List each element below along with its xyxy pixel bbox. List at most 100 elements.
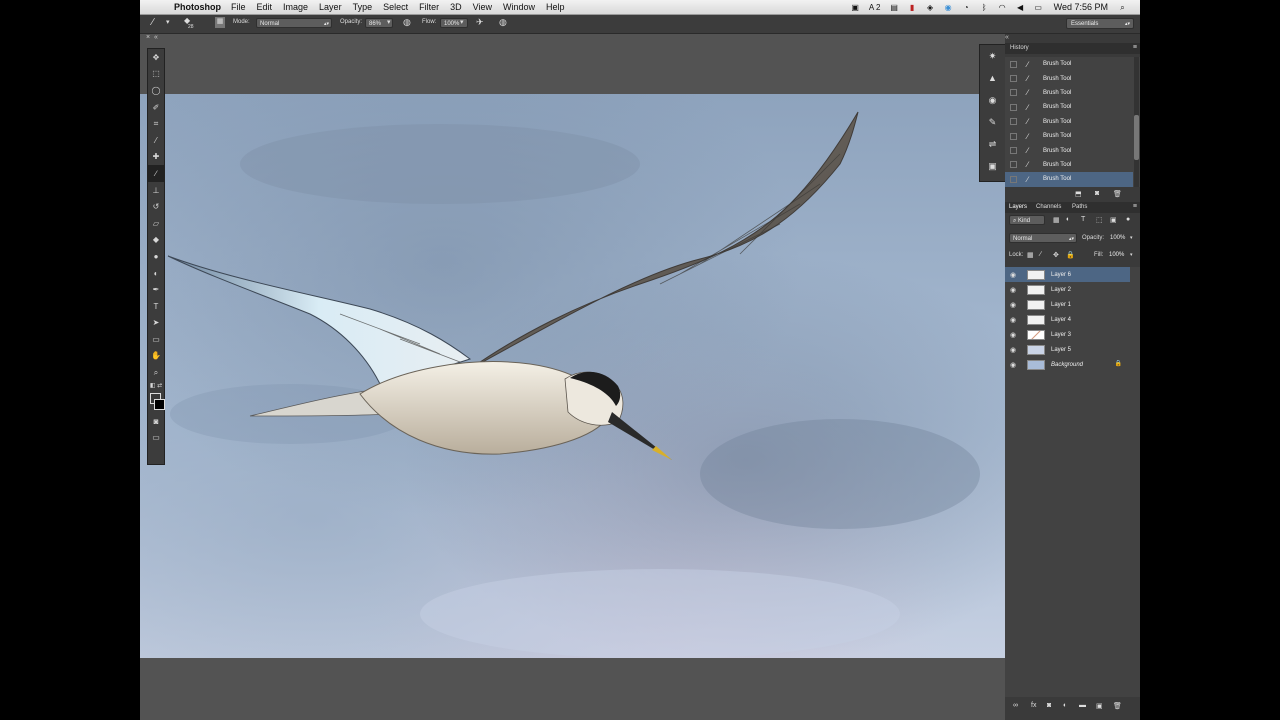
menu-filter[interactable]: Filter — [419, 2, 439, 12]
styles-icon[interactable]: ▣ — [980, 155, 1005, 177]
layer-style-icon[interactable]: fx — [1031, 702, 1036, 709]
flow-slider-arrow-icon[interactable]: ▾ — [460, 18, 464, 26]
visibility-eye-icon[interactable]: ◉ — [1010, 286, 1022, 294]
layer-row[interactable]: ◉ Layer 1 — [1005, 297, 1130, 312]
record-icon[interactable]: ▮ — [907, 3, 918, 12]
history-checkbox[interactable] — [1010, 132, 1017, 140]
color-swatches[interactable] — [148, 391, 165, 413]
clock[interactable]: Wed 7:56 PM — [1054, 2, 1108, 12]
screen-mode-icon[interactable]: ▭ — [148, 429, 164, 446]
tool-preset-arrow-icon[interactable]: ▾ — [166, 18, 170, 26]
move-tool-icon[interactable]: ✥ — [148, 49, 164, 66]
volume-icon[interactable]: ◀ — [1015, 3, 1026, 12]
trash-icon[interactable]: 🗑 — [1113, 190, 1122, 198]
pressure-opacity-icon[interactable]: ◍ — [403, 17, 411, 28]
layer-opacity-field[interactable]: 100% — [1107, 233, 1129, 243]
collapse-dock-icon[interactable]: « — [1005, 34, 1009, 41]
zoom-tool-icon[interactable]: ⌕ — [148, 364, 164, 381]
snapshot-icon[interactable]: ◙ — [1095, 190, 1099, 197]
tab-paths[interactable]: Paths — [1072, 204, 1087, 210]
brush-panel-icon[interactable]: ✷ — [980, 45, 1005, 67]
layer-row-selected[interactable]: ◉ Layer 6 — [1005, 267, 1130, 282]
clone-stamp-tool-icon[interactable]: ⊥ — [148, 182, 164, 199]
airbrush-icon[interactable]: ✈ — [476, 17, 484, 28]
adjustment-filter-icon[interactable]: ◐ — [1066, 216, 1070, 223]
lock-pixels-icon[interactable]: ∕ — [1040, 251, 1041, 258]
history-checkbox[interactable] — [1010, 60, 1017, 68]
mode-select[interactable]: Normal ▴▾ — [256, 18, 332, 28]
marquee-tool-icon[interactable]: ⬚ — [148, 66, 164, 83]
layer-row[interactable]: ◉ Layer 5 — [1005, 342, 1130, 357]
visibility-eye-icon[interactable]: ◉ — [1010, 361, 1022, 369]
pressure-size-icon[interactable]: ◍ — [499, 17, 507, 28]
history-item[interactable]: ∕ Brush Tool — [1005, 158, 1133, 172]
history-item[interactable]: ∕ Brush Tool — [1005, 86, 1133, 100]
display-icon[interactable]: ▤ — [889, 3, 900, 12]
kind-filter-select[interactable]: ⌕ Kind — [1009, 215, 1045, 225]
shape-filter-icon[interactable]: ⬚ — [1096, 216, 1103, 224]
lock-position-icon[interactable]: ✥ — [1053, 251, 1059, 259]
bluetooth-icon[interactable]: ᛒ — [979, 3, 990, 12]
timemachine-icon[interactable]: ◔ — [961, 3, 972, 12]
opacity-slider-arrow-icon[interactable]: ▾ — [387, 18, 391, 26]
type-tool-icon[interactable]: T — [148, 298, 164, 315]
fill-value[interactable]: 100% — [1109, 252, 1124, 258]
blend-mode-select[interactable]: Normal ▴▾ — [1009, 233, 1077, 243]
layer-row-background[interactable]: ◉ Background 🔒 — [1005, 357, 1130, 372]
wifi-icon[interactable]: ◠ — [997, 3, 1008, 12]
menu-help[interactable]: Help — [546, 2, 565, 12]
blur-tool-icon[interactable]: ● — [148, 248, 164, 265]
default-colors-icon[interactable]: ◧ ⇄ — [148, 381, 164, 391]
layer-row[interactable]: ◉ Layer 2 — [1005, 282, 1130, 297]
paint-bucket-tool-icon[interactable]: ◆ — [148, 232, 164, 249]
healing-brush-tool-icon[interactable]: ✚ — [148, 149, 164, 166]
history-brush-tool-icon[interactable]: ↺ — [148, 198, 164, 215]
close-panel-icon[interactable]: × — [146, 34, 150, 41]
spotlight-icon[interactable]: ⌕ — [1117, 3, 1128, 12]
history-checkbox[interactable] — [1010, 118, 1017, 126]
sync-icon[interactable]: ◉ — [943, 3, 954, 12]
visibility-eye-icon[interactable]: ◉ — [1010, 331, 1022, 339]
path-selection-tool-icon[interactable]: ➤ — [148, 315, 164, 332]
battery-icon[interactable]: ▭ — [1033, 3, 1044, 12]
adjustment-layer-icon[interactable]: ◐ — [1063, 702, 1067, 709]
pen-tool-icon[interactable]: ✒ — [148, 281, 164, 298]
dropbox-icon[interactable]: ◈ — [925, 3, 936, 12]
menu-type[interactable]: Type — [353, 2, 373, 12]
panel-menu-icon[interactable]: ≡ — [1133, 203, 1137, 210]
history-checkbox[interactable] — [1010, 89, 1017, 97]
history-checkbox[interactable] — [1010, 75, 1017, 83]
crop-tool-icon[interactable]: ⌗ — [148, 115, 164, 132]
screen-icon[interactable]: ▣ — [850, 3, 861, 12]
visibility-eye-icon[interactable]: ◉ — [1010, 301, 1022, 309]
menu-3d[interactable]: 3D — [450, 2, 462, 12]
info-panel-icon[interactable]: ◉ — [980, 89, 1005, 111]
visibility-eye-icon[interactable]: ◉ — [1010, 346, 1022, 354]
background-color-swatch[interactable] — [154, 398, 165, 410]
adjustments-icon[interactable]: ⇌ — [980, 133, 1005, 155]
lock-all-icon[interactable]: 🔒 — [1066, 251, 1075, 259]
menu-edit[interactable]: Edit — [257, 2, 273, 12]
history-scrollbar[interactable] — [1134, 57, 1139, 187]
adobe-status[interactable]: A 2 — [868, 3, 882, 12]
history-item[interactable]: ∕ Brush Tool — [1005, 71, 1133, 85]
eyedropper-tool-icon[interactable]: ⁄ — [148, 132, 164, 149]
history-checkbox[interactable] — [1010, 103, 1017, 111]
history-item[interactable]: ∕ Brush Tool — [1005, 57, 1133, 71]
eraser-tool-icon[interactable]: ▱ — [148, 215, 164, 232]
link-layers-icon[interactable]: ∞ — [1013, 702, 1018, 709]
visibility-eye-icon[interactable]: ◉ — [1010, 271, 1022, 279]
menu-layer[interactable]: Layer — [319, 2, 342, 12]
history-item[interactable]: ∕ Brush Tool — [1005, 100, 1133, 114]
add-mask-icon[interactable]: ◙ — [1047, 702, 1051, 709]
history-item[interactable]: ∕ Brush Tool — [1005, 115, 1133, 129]
menu-select[interactable]: Select — [383, 2, 408, 12]
history-item[interactable]: ∕ Brush Tool — [1005, 143, 1133, 157]
fill-slider-arrow-icon[interactable]: ▾ — [1130, 252, 1133, 258]
filter-toggle-icon[interactable]: ● — [1126, 216, 1130, 223]
clone-source-icon[interactable]: ▲ — [980, 67, 1005, 89]
collapse-panel-icon[interactable]: « — [154, 34, 158, 41]
document-canvas[interactable] — [140, 94, 1005, 658]
layer-row[interactable]: ◉ Layer 4 — [1005, 312, 1130, 327]
history-checkbox[interactable] — [1010, 147, 1017, 155]
